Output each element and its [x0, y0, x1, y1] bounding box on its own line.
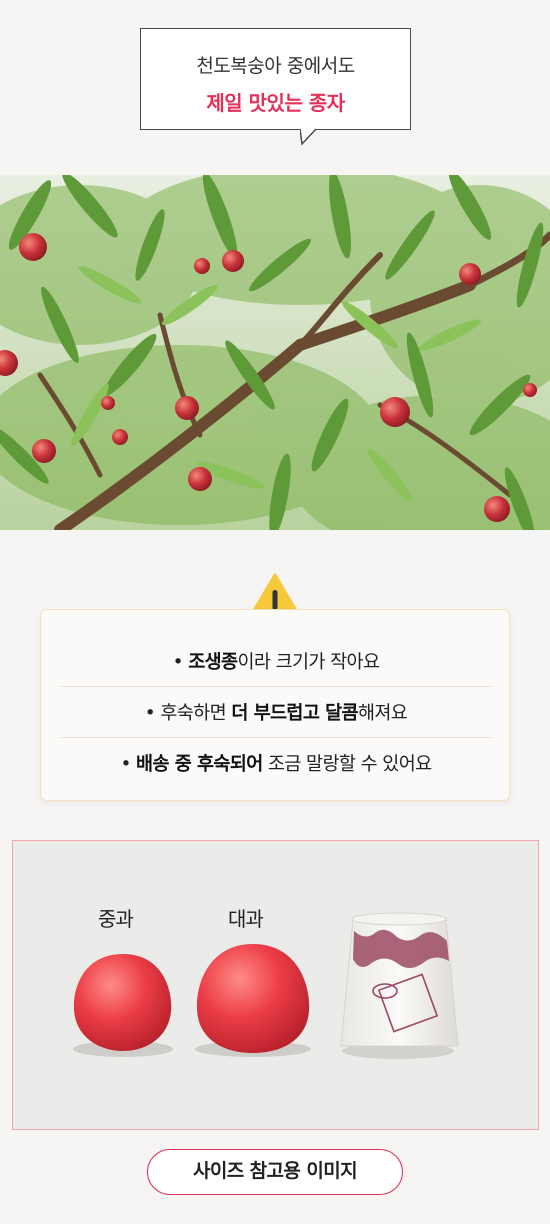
notice-divider — [61, 686, 491, 687]
notice-item-2: • 후숙하면 더 부드럽고 달콤해져요 — [144, 703, 408, 724]
headline-line2: 제일 맛있는 종자 — [206, 91, 345, 115]
notice-item-3: • 배송 중 후숙되어 조금 말랑할 수 있어요 — [120, 754, 432, 775]
notice-divider — [61, 737, 491, 738]
peach-tree-illustration — [0, 175, 550, 530]
label-medium: 중과 — [98, 907, 134, 931]
headline-bubble: 천도복숭아 중에서도 제일 맛있는 종자 — [140, 28, 411, 130]
label-large: 대과 — [228, 907, 264, 931]
notice-item-1: • 조생종이라 크기가 작아요 — [172, 652, 380, 673]
size-reference-photo: 중과 대과 — [12, 840, 539, 1130]
peach-tree-photo — [0, 175, 550, 530]
headline-line1: 천도복숭아 중에서도 — [196, 55, 355, 77]
bubble-tail-icon — [300, 128, 317, 146]
notice-box: • 조생종이라 크기가 작아요 • 후숙하면 더 부드럽고 달콤해져요 • 배송… — [40, 609, 510, 801]
size-reference-illustration — [73, 912, 459, 1059]
size-caption: 사이즈 참고용 이미지 — [147, 1149, 403, 1195]
